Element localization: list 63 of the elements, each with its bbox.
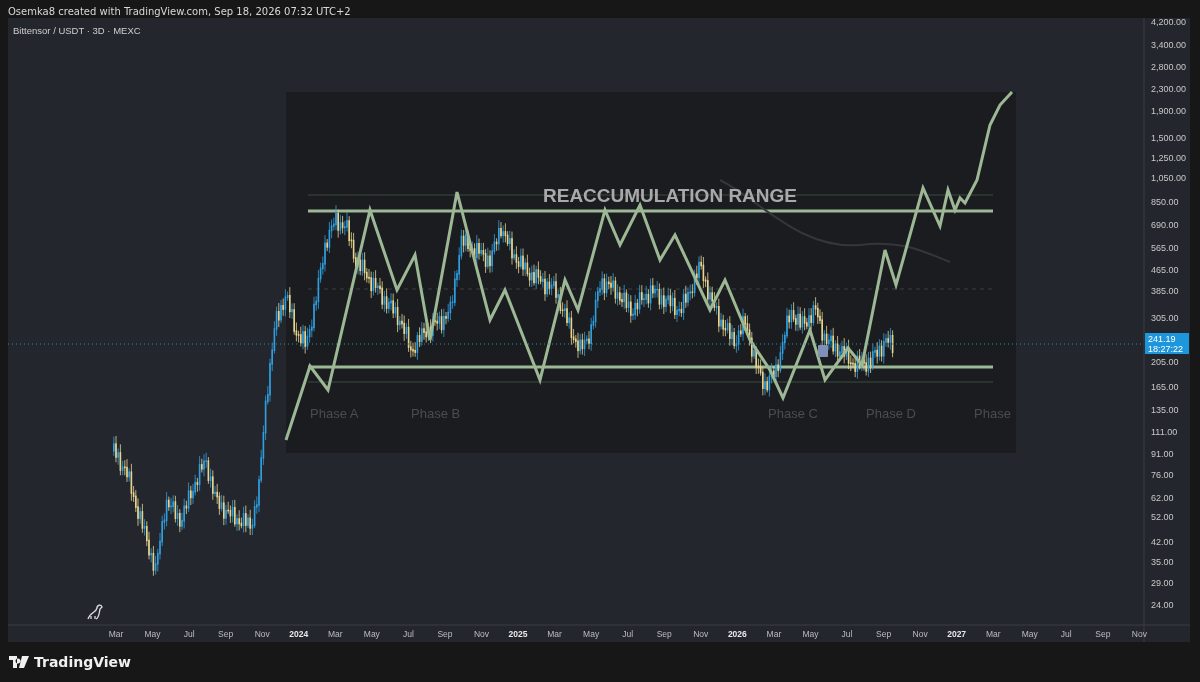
- time-label: May: [802, 629, 819, 639]
- time-label: Mar: [766, 629, 782, 639]
- price-label: 205.00: [1151, 357, 1179, 368]
- brand-name: TradingView: [34, 654, 131, 670]
- price-label: 385.00: [1151, 286, 1179, 297]
- price-label: 3,400.00: [1151, 40, 1187, 51]
- time-label: 2024: [289, 629, 309, 639]
- time-label: Nov: [473, 629, 490, 639]
- time-label: Mar: [108, 629, 124, 639]
- time-label: Sep: [437, 629, 453, 639]
- time-label: Jul: [1060, 629, 1072, 639]
- time-label: 2027: [947, 629, 967, 639]
- chart-credit: Osemka8 created with TradingView.com, Sep 18, 2026 07:32 UTC+2: [8, 6, 351, 17]
- time-label: Sep: [876, 629, 892, 639]
- time-label: Jul: [622, 629, 634, 639]
- time-label: Sep: [1095, 629, 1111, 639]
- price-label: 29.00: [1151, 578, 1174, 589]
- price-label: 52.00: [1151, 512, 1174, 523]
- price-label: 62.00: [1151, 492, 1174, 503]
- time-label: Nov: [1131, 629, 1147, 639]
- dinosaur-icon: [87, 604, 103, 620]
- time-label: Mar: [985, 629, 1001, 639]
- price-label: 35.00: [1151, 557, 1174, 568]
- price-label: 24.00: [1151, 599, 1174, 610]
- time-label: May: [363, 629, 380, 639]
- price-label: 1,500.00: [1151, 132, 1187, 143]
- price-label: 4,200.00: [1151, 18, 1187, 27]
- time-label: 2025: [508, 629, 528, 639]
- time-label: Sep: [656, 629, 672, 639]
- price-label: 690.00: [1151, 220, 1179, 231]
- price-label: 42.00: [1151, 536, 1174, 547]
- price-label: 91.00: [1151, 449, 1174, 460]
- price-label: 850.00: [1151, 196, 1179, 207]
- price-label: 2,800.00: [1151, 62, 1187, 73]
- price-label: 465.00: [1151, 265, 1179, 275]
- time-label: May: [144, 629, 161, 639]
- time-label: 2026: [727, 629, 747, 639]
- time-label: Mar: [328, 629, 343, 639]
- price-label: 1,900.00: [1151, 106, 1187, 117]
- time-label: Jul: [402, 629, 414, 639]
- last-price-tag: 241.19 18:27:22: [1145, 333, 1189, 354]
- range-title: REACCUMULATION RANGE: [543, 185, 797, 206]
- symbol-title: Bittensor / USDT · 3D · MEXC: [13, 25, 141, 36]
- time-label: Mar: [547, 629, 562, 639]
- time-label: Sep: [218, 629, 234, 639]
- price-label: 305.00: [1151, 312, 1179, 323]
- price-label: 565.00: [1151, 243, 1179, 253]
- price-label: 76.00: [1151, 469, 1174, 480]
- price-label: 111.00: [1151, 426, 1178, 437]
- time-label: Nov: [693, 629, 709, 639]
- time-label: Nov: [254, 629, 270, 639]
- time-label: Nov: [912, 629, 928, 639]
- time-label: May: [1021, 629, 1038, 639]
- marker-icon: [818, 345, 828, 357]
- price-label: 1,250.00: [1151, 153, 1187, 164]
- logo-icon: [9, 656, 29, 668]
- price-label: 165.00: [1151, 382, 1179, 392]
- time-label: Jul: [841, 629, 853, 639]
- price-label: 135.00: [1151, 404, 1179, 415]
- price-label: 2,300.00: [1151, 84, 1187, 95]
- price-label: 1,050.00: [1151, 173, 1187, 184]
- time-label: May: [583, 629, 600, 639]
- time-label: Jul: [183, 629, 195, 639]
